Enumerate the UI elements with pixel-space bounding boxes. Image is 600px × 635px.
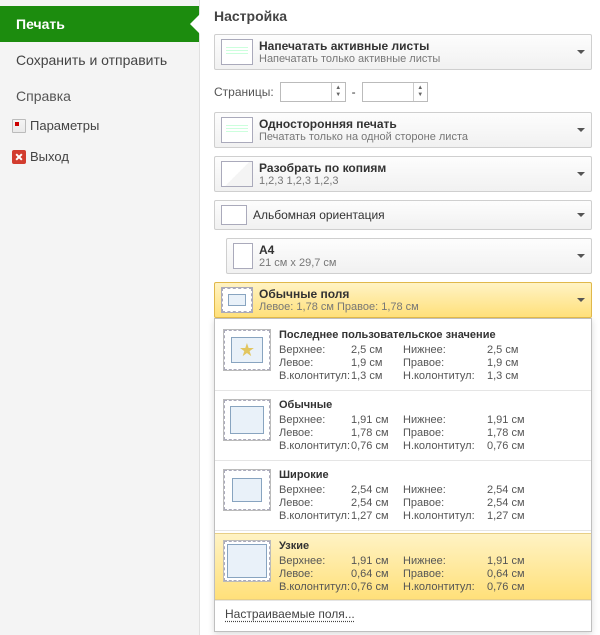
pages-from-stepper[interactable]: ▲▼ [280,82,346,102]
separator [215,390,591,391]
print-what-title: Напечатать активные листы [259,39,440,53]
sidebar-item-label: Выход [30,149,69,164]
print-what-dropdown[interactable]: Напечатать активные листы Напечатать тол… [214,34,592,70]
collate-desc: 1,2,3 1,2,3 1,2,3 [259,175,386,187]
collate-title: Разобрать по копиям [259,161,386,175]
sidebar-item-print[interactable]: Печать [0,6,199,42]
pages-from-input[interactable] [281,83,331,101]
page-icon [233,243,253,269]
paper-title: A4 [259,243,337,257]
margins-option-custom[interactable]: Настраиваемые поля... [215,600,591,627]
pages-range-row: Страницы: ▲▼ - ▲▼ [214,82,592,102]
print-what-desc: Напечатать только активные листы [259,53,440,65]
option-title: Широкие [279,469,583,481]
duplex-dropdown[interactable]: Односторонняя печать Печатать только на … [214,112,592,148]
chevron-down-icon [577,172,585,176]
pages-to-input[interactable] [363,83,413,101]
paper-size-dropdown[interactable]: A4 21 см x 29,7 см [226,238,592,274]
exit-icon [12,150,26,164]
paper-desc: 21 см x 29,7 см [259,257,337,269]
margins-option-last-custom[interactable]: ★ Последнее пользовательское значение Ве… [215,323,591,388]
sidebar-item-save-send[interactable]: Сохранить и отправить [0,42,199,78]
sidebar-section-help: Справка [0,78,199,110]
print-settings-panel: Настройка Напечатать активные листы Напе… [200,0,600,635]
spin-up-icon[interactable]: ▲ [417,85,423,92]
pages-sep: - [352,85,356,99]
duplex-title: Односторонняя печать [259,117,468,131]
option-title: Последнее пользовательское значение [279,329,583,341]
margins-desc: Левое: 1,78 см Правое: 1,78 см [259,301,419,313]
orientation-dropdown[interactable]: Альбомная ориентация [214,200,592,230]
margins-option-narrow[interactable]: Узкие Верхнее: 1,91 см Нижнее: 1,91 см Л… [215,533,591,600]
margins-option-normal[interactable]: Обычные Верхнее: 1,91 см Нижнее: 1,91 см… [215,393,591,458]
spin-up-icon[interactable]: ▲ [335,85,341,92]
pages-to-stepper[interactable]: ▲▼ [362,82,428,102]
duplex-desc: Печатать только на одной стороне листа [259,131,468,143]
backstage-sidebar: Печать Сохранить и отправить Справка Пар… [0,0,200,635]
landscape-icon [221,205,247,225]
margins-option-wide[interactable]: Широкие Верхнее: 2,54 см Нижнее: 2,54 см… [215,463,591,528]
settings-heading: Настройка [214,8,592,24]
pages-label: Страницы: [214,85,274,99]
spin-down-icon[interactable]: ▼ [335,92,341,99]
chevron-down-icon [577,298,585,302]
chevron-down-icon [577,213,585,217]
margins-options-popup: ★ Последнее пользовательское значение Ве… [214,318,592,632]
margins-wide-icon [223,469,271,511]
sidebar-item-options[interactable]: Параметры [0,110,199,141]
option-title: Узкие [279,540,583,552]
custom-margins-label: Настраиваемые поля... [225,607,355,621]
option-title: Обычные [279,399,583,411]
options-icon [12,119,26,133]
spin-down-icon[interactable]: ▼ [417,92,423,99]
separator [215,530,591,531]
margins-normal-icon [223,399,271,441]
margins-dropdown[interactable]: Обычные поля Левое: 1,78 см Правое: 1,78… [214,282,592,318]
collate-icon [221,161,253,187]
chevron-down-icon [577,128,585,132]
sheet-icon [221,39,253,65]
chevron-down-icon [577,254,585,258]
separator [215,460,591,461]
margins-icon [221,287,253,313]
page-single-side-icon [221,117,253,143]
sidebar-item-label: Параметры [30,118,99,133]
margins-title: Обычные поля [259,287,419,301]
margins-narrow-icon [223,540,271,582]
collate-dropdown[interactable]: Разобрать по копиям 1,2,3 1,2,3 1,2,3 [214,156,592,192]
chevron-down-icon [577,50,585,54]
star-icon: ★ [223,329,271,371]
sidebar-item-exit[interactable]: Выход [0,141,199,172]
orientation-title: Альбомная ориентация [253,208,385,222]
